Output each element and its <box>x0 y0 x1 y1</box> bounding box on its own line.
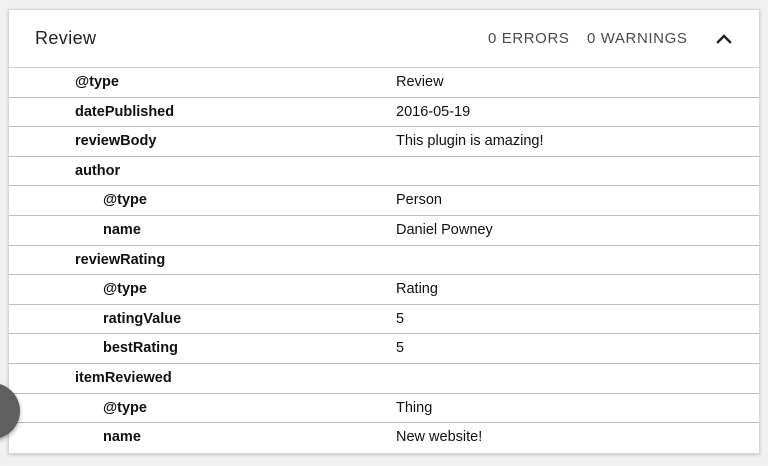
table-row: @type Review <box>9 68 759 98</box>
property-name: datePublished <box>75 103 175 120</box>
chevron-up-icon[interactable] <box>709 24 739 54</box>
property-value: Rating <box>396 281 438 298</box>
review-panel: Review 0 ERRORS 0 WARNINGS @type Review da… <box>8 9 760 454</box>
property-name: @type <box>103 399 147 416</box>
table-row: datePublished 2016-05-19 <box>9 98 759 128</box>
warnings-count: 0 WARNINGS <box>587 30 688 47</box>
panel-header: Review 0 ERRORS 0 WARNINGS <box>9 10 759 68</box>
table-row: ratingValue 5 <box>9 305 759 335</box>
errors-count: 0 ERRORS <box>488 30 570 47</box>
property-name: itemReviewed <box>75 369 172 386</box>
property-value: 5 <box>396 340 405 357</box>
table-row: @type Thing <box>9 394 759 424</box>
table-row: itemReviewed <box>9 364 759 394</box>
property-value: 2016-05-19 <box>396 103 471 120</box>
table-row: bestRating 5 <box>9 334 759 364</box>
property-name: name <box>103 429 141 446</box>
property-name: reviewBody <box>75 133 157 150</box>
property-value: Review <box>396 74 444 90</box>
table-row: name New website! <box>9 423 759 452</box>
property-value: Daniel Powney <box>396 221 493 238</box>
property-name: @type <box>103 192 147 209</box>
table-row: reviewRating <box>9 246 759 276</box>
property-name: name <box>103 221 141 238</box>
property-table: @type Review datePublished 2016-05-19 review… <box>9 68 759 452</box>
property-value: Thing <box>396 399 433 416</box>
property-name: @type <box>75 74 119 90</box>
property-name: @type <box>103 281 147 298</box>
property-value: 5 <box>396 310 405 327</box>
property-name: author <box>75 162 121 179</box>
property-name: bestRating <box>103 340 178 357</box>
panel-title: Review <box>35 28 97 48</box>
table-row: name Daniel Powney <box>9 216 759 246</box>
table-row: author <box>9 157 759 187</box>
table-row: @type Rating <box>9 275 759 305</box>
table-row: reviewBody This plugin is amazing! <box>9 127 759 157</box>
property-value: This plugin is amazing! <box>396 133 544 150</box>
property-name: ratingValue <box>103 310 182 327</box>
property-name: reviewRating <box>75 251 166 268</box>
property-value: Person <box>396 192 442 209</box>
property-value: New website! <box>396 429 483 446</box>
table-row: @type Person <box>9 186 759 216</box>
